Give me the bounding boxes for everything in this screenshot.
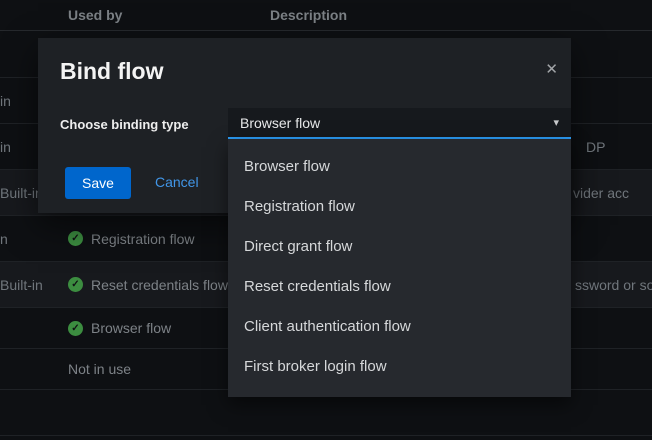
row-left-text: Built-in [0, 185, 43, 201]
menu-item-direct-grant-flow[interactable]: Direct grant flow [228, 227, 571, 267]
select-value: Browser flow [240, 115, 320, 131]
row-used-by-text: Reset credentials flow [91, 277, 228, 293]
menu-item-reset-credentials-flow[interactable]: Reset credentials flow [228, 267, 571, 307]
row-used-by-text: Registration flow [91, 231, 195, 247]
close-icon: ✕ [545, 61, 558, 78]
row-description-text: vider acc [573, 185, 629, 201]
column-header-used-by: Used by [68, 7, 122, 23]
row-used-by-text: Not in use [68, 361, 131, 377]
check-circle-icon: ✓ [68, 277, 83, 292]
check-circle-icon: ✓ [68, 231, 83, 246]
menu-item-registration-flow[interactable]: Registration flow [228, 187, 571, 227]
save-button[interactable]: Save [65, 167, 131, 199]
row-left-text: in [0, 93, 11, 109]
row-used-by-cell: Not in use [68, 361, 131, 377]
menu-item-browser-flow[interactable]: Browser flow [228, 147, 571, 187]
row-used-by-cell: ✓ Registration flow [68, 231, 195, 247]
row-left-text: Built-in [0, 277, 43, 293]
row-description-text: DP [586, 139, 605, 155]
row-used-by-cell: ✓ Reset credentials flow [68, 277, 228, 293]
menu-item-client-authentication-flow[interactable]: Client authentication flow [228, 307, 571, 347]
caret-down-icon: ▾ [553, 116, 559, 129]
modal-title: Bind flow [60, 58, 163, 85]
row-used-by-text: Browser flow [91, 320, 171, 336]
table-header-row: Used by Description [0, 0, 652, 31]
binding-type-menu: Browser flow Registration flow Direct gr… [228, 139, 571, 397]
menu-item-first-broker-login-flow[interactable]: First broker login flow [228, 347, 571, 387]
binding-type-select[interactable]: Browser flow ▾ [228, 108, 571, 139]
binding-type-label: Choose binding type [60, 117, 189, 132]
close-button[interactable]: ✕ [545, 62, 558, 77]
column-header-description: Description [270, 7, 347, 23]
row-left-text: n [0, 231, 8, 247]
row-left-text: in [0, 139, 11, 155]
check-circle-icon: ✓ [68, 321, 83, 336]
row-used-by-cell: ✓ Browser flow [68, 320, 171, 336]
row-description-text: ssword or so [575, 277, 652, 293]
cancel-button[interactable]: Cancel [155, 174, 199, 190]
